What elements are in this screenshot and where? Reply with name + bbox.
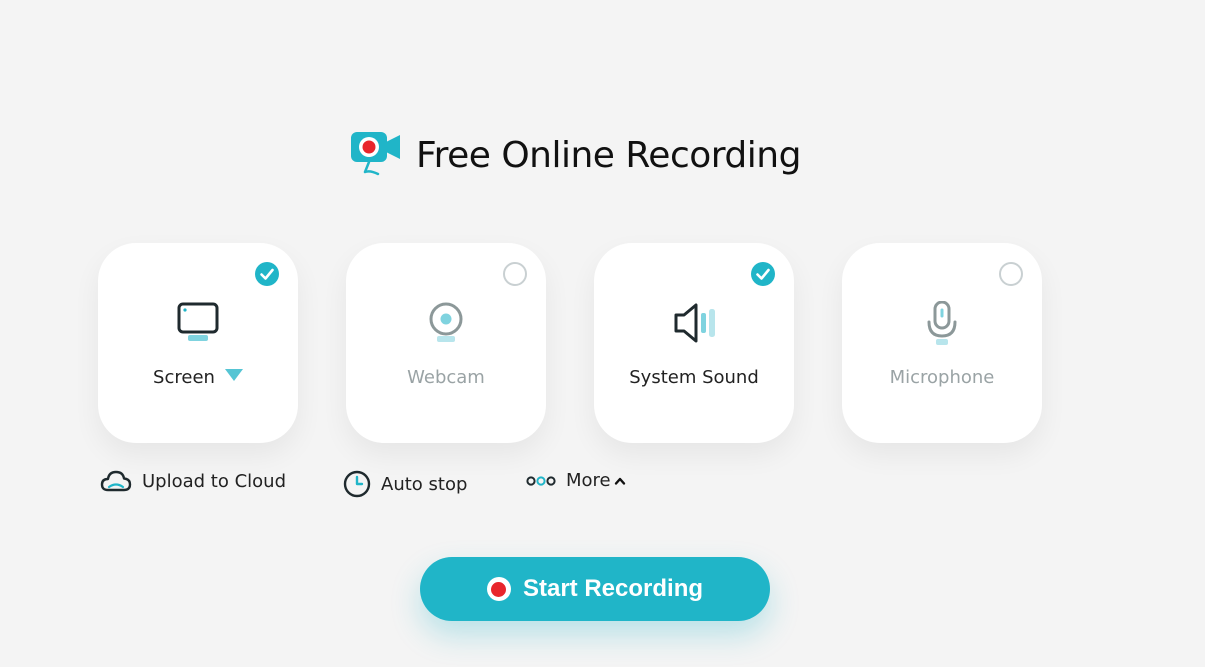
checkbox-system-sound[interactable] xyxy=(751,262,775,286)
source-card-system-sound[interactable]: System Sound xyxy=(594,243,794,443)
speaker-icon xyxy=(674,303,715,343)
microphone-icon xyxy=(927,301,957,345)
upload-to-cloud-label: Upload to Cloud xyxy=(142,470,286,492)
webcam-icon xyxy=(429,302,463,342)
upload-to-cloud-option[interactable]: Upload to Cloud xyxy=(100,470,286,492)
more-label: More xyxy=(566,470,611,491)
checkmark-icon xyxy=(260,268,274,280)
more-dots-icon xyxy=(526,475,556,486)
source-card-webcam[interactable]: Webcam xyxy=(346,243,546,443)
page-title: Free Online Recording xyxy=(416,134,801,176)
checkbox-webcam[interactable] xyxy=(503,262,527,286)
source-card-screen[interactable]: Screen xyxy=(98,243,298,443)
source-card-microphone[interactable]: Microphone xyxy=(842,243,1042,443)
card-label-microphone: Microphone xyxy=(889,367,995,388)
dropdown-caret-icon[interactable] xyxy=(224,369,243,381)
checkbox-microphone[interactable] xyxy=(999,262,1023,286)
record-dot-icon xyxy=(486,577,511,601)
start-recording-button[interactable]: Start Recording xyxy=(420,557,770,621)
checkmark-icon xyxy=(756,268,770,280)
start-recording-label: Start Recording xyxy=(522,575,704,602)
monitor-icon xyxy=(177,302,219,341)
chevron-up-icon xyxy=(614,477,625,485)
card-label-webcam: Webcam xyxy=(407,367,485,388)
camera-record-icon xyxy=(351,132,400,176)
checkbox-screen[interactable] xyxy=(255,262,279,286)
cloud-icon xyxy=(100,470,132,492)
card-label-screen: Screen xyxy=(98,367,298,388)
card-label-system-sound: System Sound xyxy=(629,367,759,388)
clock-icon xyxy=(343,470,371,498)
more-options-toggle[interactable]: More xyxy=(526,470,626,491)
auto-stop-label: Auto stop xyxy=(381,473,468,495)
page-header: Free Online Recording xyxy=(350,130,801,180)
auto-stop-option[interactable]: Auto stop xyxy=(343,470,467,498)
